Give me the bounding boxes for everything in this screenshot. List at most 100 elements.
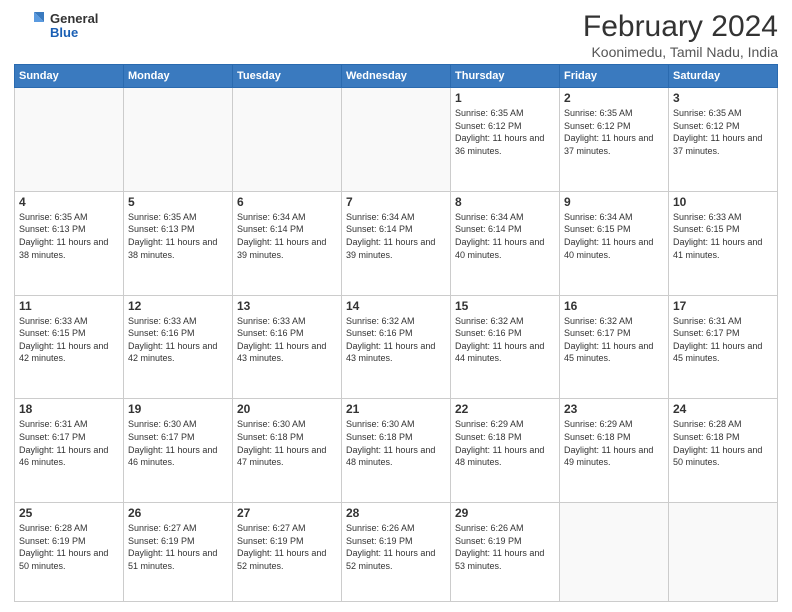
day-info: Sunrise: 6:34 AM Sunset: 6:14 PM Dayligh… [455, 211, 555, 261]
day-number: 19 [128, 402, 228, 416]
calendar-cell: 28Sunrise: 6:26 AM Sunset: 6:19 PM Dayli… [342, 503, 451, 602]
calendar-cell: 7Sunrise: 6:34 AM Sunset: 6:14 PM Daylig… [342, 191, 451, 295]
day-number: 20 [237, 402, 337, 416]
calendar-cell: 27Sunrise: 6:27 AM Sunset: 6:19 PM Dayli… [233, 503, 342, 602]
day-number: 21 [346, 402, 446, 416]
weekday-header-row: SundayMondayTuesdayWednesdayThursdayFrid… [15, 65, 778, 88]
day-number: 27 [237, 506, 337, 520]
calendar-cell: 22 Sunrise: 6:29 AM Sunset: 6:18 PM Dayli… [451, 399, 560, 503]
day-info: Sunrise: 6:29 AM Sunset: 6:18 PM Dayligh… [455, 418, 555, 468]
day-info: Sunrise: 6:32 AM Sunset: 6:16 PM Dayligh… [346, 315, 446, 365]
calendar-week-row: 18 Sunrise: 6:31 AM Sunset: 6:17 PM Dayli… [15, 399, 778, 503]
page: General Blue February 2024 Koonimedu, Ta… [0, 0, 792, 612]
calendar-cell: 5 Sunrise: 6:35 AM Sunset: 6:13 PM Daylig… [124, 191, 233, 295]
calendar-cell: 16 Sunrise: 6:32 AM Sunset: 6:17 PM Dayli… [560, 295, 669, 399]
day-info: Sunrise: 6:35 AM Sunset: 6:12 PM Dayligh… [564, 107, 664, 157]
day-info: Sunrise: 6:34 AM Sunset: 6:14 PM Dayligh… [237, 211, 337, 261]
calendar-cell: 2 Sunrise: 6:35 AM Sunset: 6:12 PM Daylig… [560, 88, 669, 192]
day-number: 22 [455, 402, 555, 416]
calendar-cell: 4 Sunrise: 6:35 AM Sunset: 6:13 PM Daylig… [15, 191, 124, 295]
weekday-header-cell: Tuesday [233, 65, 342, 88]
day-info: Sunrise: 6:32 AM Sunset: 6:16 PM Dayligh… [455, 315, 555, 365]
day-number: 9 [564, 195, 664, 209]
calendar-cell: 21 Sunrise: 6:30 AM Sunset: 6:18 PM Dayli… [342, 399, 451, 503]
day-info: Sunrise: 6:30 AM Sunset: 6:18 PM Dayligh… [346, 418, 446, 468]
calendar-cell: 25Sunrise: 6:28 AM Sunset: 6:19 PM Dayli… [15, 503, 124, 602]
logo-icon [14, 10, 46, 42]
calendar-cell: 15 Sunrise: 6:32 AM Sunset: 6:16 PM Dayli… [451, 295, 560, 399]
day-info: Sunrise: 6:28 AM Sunset: 6:19 PM Dayligh… [19, 522, 119, 572]
subtitle: Koonimedu, Tamil Nadu, India [583, 44, 778, 60]
day-info: Sunrise: 6:35 AM Sunset: 6:13 PM Dayligh… [19, 211, 119, 261]
day-info: Sunrise: 6:30 AM Sunset: 6:18 PM Dayligh… [237, 418, 337, 468]
main-title: February 2024 [583, 10, 778, 44]
calendar-week-row: 4 Sunrise: 6:35 AM Sunset: 6:13 PM Daylig… [15, 191, 778, 295]
day-number: 17 [673, 299, 773, 313]
calendar-week-row: 11 Sunrise: 6:33 AM Sunset: 6:15 PM Dayli… [15, 295, 778, 399]
day-number: 7 [346, 195, 446, 209]
calendar-cell: 3 Sunrise: 6:35 AM Sunset: 6:12 PM Daylig… [669, 88, 778, 192]
day-info: Sunrise: 6:27 AM Sunset: 6:19 PM Dayligh… [128, 522, 228, 572]
calendar-cell: 20 Sunrise: 6:30 AM Sunset: 6:18 PM Dayli… [233, 399, 342, 503]
day-number: 10 [673, 195, 773, 209]
calendar-cell [15, 88, 124, 192]
weekday-header-cell: Friday [560, 65, 669, 88]
day-number: 4 [19, 195, 119, 209]
day-number: 14 [346, 299, 446, 313]
calendar-cell: 23 Sunrise: 6:29 AM Sunset: 6:18 PM Dayli… [560, 399, 669, 503]
day-number: 1 [455, 91, 555, 105]
calendar-body: 1 Sunrise: 6:35 AM Sunset: 6:12 PM Daylig… [15, 88, 778, 602]
day-info: Sunrise: 6:30 AM Sunset: 6:17 PM Dayligh… [128, 418, 228, 468]
day-number: 18 [19, 402, 119, 416]
day-number: 11 [19, 299, 119, 313]
calendar-cell: 24 Sunrise: 6:28 AM Sunset: 6:18 PM Dayli… [669, 399, 778, 503]
day-number: 23 [564, 402, 664, 416]
day-info: Sunrise: 6:26 AM Sunset: 6:19 PM Dayligh… [346, 522, 446, 572]
day-info: Sunrise: 6:35 AM Sunset: 6:12 PM Dayligh… [673, 107, 773, 157]
calendar-cell: 1 Sunrise: 6:35 AM Sunset: 6:12 PM Daylig… [451, 88, 560, 192]
calendar-cell: 9Sunrise: 6:34 AM Sunset: 6:15 PM Daylig… [560, 191, 669, 295]
day-info: Sunrise: 6:31 AM Sunset: 6:17 PM Dayligh… [673, 315, 773, 365]
day-number: 5 [128, 195, 228, 209]
day-info: Sunrise: 6:26 AM Sunset: 6:19 PM Dayligh… [455, 522, 555, 572]
calendar-cell: 6Sunrise: 6:34 AM Sunset: 6:14 PM Daylig… [233, 191, 342, 295]
day-info: Sunrise: 6:33 AM Sunset: 6:16 PM Dayligh… [237, 315, 337, 365]
weekday-header-cell: Sunday [15, 65, 124, 88]
weekday-header-cell: Monday [124, 65, 233, 88]
day-number: 8 [455, 195, 555, 209]
calendar-cell [669, 503, 778, 602]
day-info: Sunrise: 6:35 AM Sunset: 6:12 PM Dayligh… [455, 107, 555, 157]
day-info: Sunrise: 6:31 AM Sunset: 6:17 PM Dayligh… [19, 418, 119, 468]
calendar-cell: 10 Sunrise: 6:33 AM Sunset: 6:15 PM Dayli… [669, 191, 778, 295]
day-info: Sunrise: 6:33 AM Sunset: 6:16 PM Dayligh… [128, 315, 228, 365]
calendar-cell: 8 Sunrise: 6:34 AM Sunset: 6:14 PM Daylig… [451, 191, 560, 295]
day-info: Sunrise: 6:35 AM Sunset: 6:13 PM Dayligh… [128, 211, 228, 261]
day-info: Sunrise: 6:33 AM Sunset: 6:15 PM Dayligh… [19, 315, 119, 365]
day-number: 24 [673, 402, 773, 416]
calendar-week-row: 1 Sunrise: 6:35 AM Sunset: 6:12 PM Daylig… [15, 88, 778, 192]
logo-text: General Blue [50, 12, 98, 41]
day-info: Sunrise: 6:33 AM Sunset: 6:15 PM Dayligh… [673, 211, 773, 261]
day-info: Sunrise: 6:32 AM Sunset: 6:17 PM Dayligh… [564, 315, 664, 365]
calendar-cell: 13 Sunrise: 6:33 AM Sunset: 6:16 PM Dayli… [233, 295, 342, 399]
calendar-week-row: 25Sunrise: 6:28 AM Sunset: 6:19 PM Dayli… [15, 503, 778, 602]
day-info: Sunrise: 6:29 AM Sunset: 6:18 PM Dayligh… [564, 418, 664, 468]
logo: General Blue [14, 10, 98, 42]
calendar-cell [342, 88, 451, 192]
day-number: 3 [673, 91, 773, 105]
calendar-cell: 11 Sunrise: 6:33 AM Sunset: 6:15 PM Dayli… [15, 295, 124, 399]
day-number: 16 [564, 299, 664, 313]
weekday-header-cell: Thursday [451, 65, 560, 88]
day-info: Sunrise: 6:28 AM Sunset: 6:18 PM Dayligh… [673, 418, 773, 468]
day-number: 29 [455, 506, 555, 520]
day-number: 15 [455, 299, 555, 313]
day-number: 2 [564, 91, 664, 105]
calendar-cell [233, 88, 342, 192]
calendar-cell [560, 503, 669, 602]
day-number: 13 [237, 299, 337, 313]
calendar-cell: 19 Sunrise: 6:30 AM Sunset: 6:17 PM Dayli… [124, 399, 233, 503]
calendar-cell: 18 Sunrise: 6:31 AM Sunset: 6:17 PM Dayli… [15, 399, 124, 503]
calendar-cell: 26Sunrise: 6:27 AM Sunset: 6:19 PM Dayli… [124, 503, 233, 602]
calendar-cell: 17 Sunrise: 6:31 AM Sunset: 6:17 PM Dayli… [669, 295, 778, 399]
calendar-cell: 29 Sunrise: 6:26 AM Sunset: 6:19 PM Dayli… [451, 503, 560, 602]
